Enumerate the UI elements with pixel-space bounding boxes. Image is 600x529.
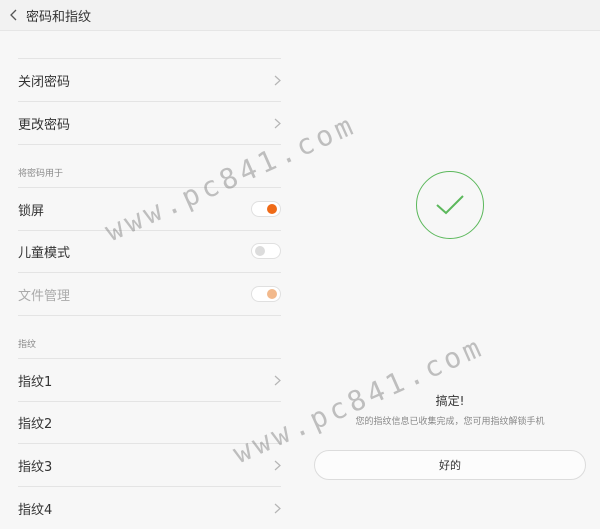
settings-list: 关闭密码 更改密码 将密码用于 锁屏 儿童模式 文件管理 指纹 指纹1 指纹2 … [0, 31, 300, 518]
lock-screen-label: 锁屏 [18, 203, 45, 219]
chevron-left-icon [10, 9, 17, 21]
kids-mode-label: 儿童模式 [18, 245, 71, 261]
result-title: 搞定! [435, 394, 465, 408]
chevron-right-icon [274, 375, 281, 386]
file-manager-row: 文件管理 [18, 273, 281, 316]
fingerprint-3-row[interactable]: 指纹3 [18, 444, 281, 487]
fingerprint-1-row[interactable]: 指纹1 [18, 358, 281, 402]
toggle-knob [267, 204, 277, 214]
fingerprint-3-label: 指纹3 [18, 459, 53, 475]
success-badge [416, 171, 484, 239]
fingerprint-2-row[interactable]: 指纹2 [18, 401, 281, 444]
ok-button[interactable]: 好的 [314, 450, 586, 480]
close-password-label: 关闭密码 [18, 74, 71, 90]
enrollment-result-panel: 搞定! 您的指纹信息已收集完成，您可用指纹解锁手机 好的 [300, 31, 600, 510]
file-manager-label: 文件管理 [18, 288, 71, 304]
use-password-section-title: 将密码用于 [18, 169, 64, 179]
fingerprint-section-title: 指纹 [18, 340, 37, 350]
title-bar: 密码和指纹 [0, 0, 600, 31]
toggle-knob [267, 289, 277, 299]
lock-screen-row[interactable]: 锁屏 [18, 187, 281, 231]
kids-mode-toggle[interactable] [251, 243, 281, 259]
fingerprint-4-label: 指纹4 [18, 502, 53, 518]
chevron-right-icon [274, 75, 281, 86]
chevron-right-icon [274, 503, 281, 514]
change-password-label: 更改密码 [18, 117, 71, 133]
kids-mode-row[interactable]: 儿童模式 [18, 230, 281, 273]
fingerprint-4-row[interactable]: 指纹4 [18, 487, 281, 529]
close-password-row[interactable]: 关闭密码 [18, 59, 281, 102]
toggle-knob [255, 246, 265, 256]
chevron-right-icon [274, 460, 281, 471]
lock-screen-toggle[interactable] [251, 201, 281, 217]
page-title: 密码和指纹 [26, 9, 92, 25]
chevron-right-icon [274, 118, 281, 129]
fingerprint-2-label: 指纹2 [18, 416, 53, 432]
file-manager-toggle [251, 286, 281, 302]
change-password-row[interactable]: 更改密码 [18, 102, 281, 145]
checkmark-icon [436, 195, 464, 215]
fingerprint-1-label: 指纹1 [18, 374, 53, 390]
result-message: 您的指纹信息已收集完成，您可用指纹解锁手机 [355, 417, 545, 427]
back-button[interactable] [0, 0, 28, 30]
